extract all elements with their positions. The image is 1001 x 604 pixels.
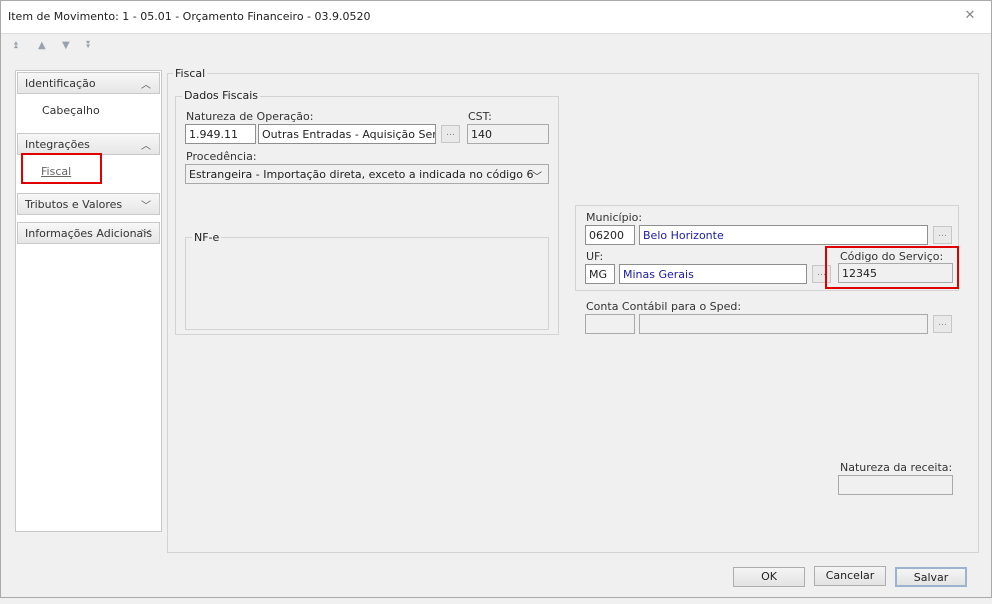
- background-window-strip: [992, 0, 1001, 604]
- nfe-group: [185, 237, 549, 330]
- nfe-title: NF-e: [192, 231, 222, 244]
- section-label: Integrações: [25, 138, 90, 151]
- sidebar-section-tributos[interactable]: Tributos e Valores ﹀: [17, 193, 160, 215]
- conta-contabil-label: Conta Contábil para o Sped:: [586, 300, 742, 313]
- municipio-name-field[interactable]: Belo Horizonte: [639, 225, 928, 245]
- chevron-up-icon: ︿: [141, 80, 151, 91]
- sidebar: Identificação ︿ Cabeçalho Integrações ︿ …: [15, 70, 162, 532]
- section-label: Informações Adicionais: [25, 227, 153, 240]
- chevron-down-icon: ﹀: [141, 230, 151, 241]
- next-record-icon[interactable]: ▼: [62, 40, 70, 51]
- sidebar-section-informacoes[interactable]: Informações Adicionais ﹀: [17, 222, 160, 244]
- section-label: Identificação: [25, 77, 96, 90]
- municipio-lookup-button[interactable]: …: [933, 226, 952, 244]
- sidebar-section-integracoes[interactable]: Integrações ︿: [17, 133, 160, 155]
- title-bar: Item de Movimento: 1 - 05.01 - Orçamento…: [1, 1, 991, 34]
- municipio-code-field[interactable]: 06200: [585, 225, 635, 245]
- first-record-icon[interactable]: ⏫︎: [13, 40, 18, 51]
- uf-code-field[interactable]: MG: [585, 264, 615, 284]
- sidebar-item-cabecalho[interactable]: Cabeçalho: [42, 104, 100, 117]
- uf-label: UF:: [586, 250, 604, 263]
- natureza-operacao-desc-field[interactable]: Outras Entradas - Aquisição Serviços: [258, 124, 436, 144]
- chevron-down-icon: ﹀: [532, 172, 542, 183]
- uf-name-field[interactable]: Minas Gerais: [619, 264, 807, 284]
- save-button[interactable]: Salvar: [895, 567, 967, 587]
- previous-record-icon[interactable]: ▲: [38, 40, 46, 51]
- natureza-receita-label: Natureza da receita:: [840, 461, 953, 474]
- section-label: Tributos e Valores: [25, 198, 123, 211]
- procedencia-value: Estrangeira - Importação direta, exceto …: [189, 168, 534, 181]
- dialog-window: Item de Movimento: 1 - 05.01 - Orçamento…: [0, 0, 992, 598]
- dados-fiscais-title: Dados Fiscais: [182, 89, 261, 102]
- sidebar-section-identificacao[interactable]: Identificação ︿: [17, 72, 160, 94]
- municipio-label: Município:: [586, 211, 643, 224]
- ok-button[interactable]: OK: [733, 567, 805, 587]
- chevron-up-icon: ︿: [141, 141, 151, 152]
- panel-title: Fiscal: [173, 67, 208, 80]
- cst-field[interactable]: 140: [467, 124, 549, 144]
- window-title: Item de Movimento: 1 - 05.01 - Orçamento…: [8, 10, 371, 23]
- procedencia-select[interactable]: Estrangeira - Importação direta, exceto …: [185, 164, 549, 184]
- cst-label: CST:: [468, 110, 492, 123]
- last-record-icon[interactable]: ⏬︎: [86, 40, 91, 51]
- natureza-operacao-code-field[interactable]: 1.949.11: [185, 124, 256, 144]
- cancel-button[interactable]: Cancelar: [814, 566, 886, 586]
- highlight-fiscal: [21, 153, 102, 184]
- natureza-operacao-label: Natureza de Operação:: [186, 110, 314, 123]
- conta-contabil-desc-field[interactable]: [639, 314, 928, 334]
- close-icon[interactable]: ✕: [963, 8, 977, 24]
- chevron-down-icon: ﹀: [141, 201, 151, 212]
- natureza-receita-field[interactable]: [838, 475, 953, 495]
- conta-contabil-lookup-button[interactable]: …: [933, 315, 952, 333]
- natureza-lookup-button[interactable]: …: [441, 125, 460, 143]
- procedencia-label: Procedência:: [186, 150, 257, 163]
- highlight-codigo-servico: [825, 246, 959, 289]
- conta-contabil-code-field[interactable]: [585, 314, 635, 334]
